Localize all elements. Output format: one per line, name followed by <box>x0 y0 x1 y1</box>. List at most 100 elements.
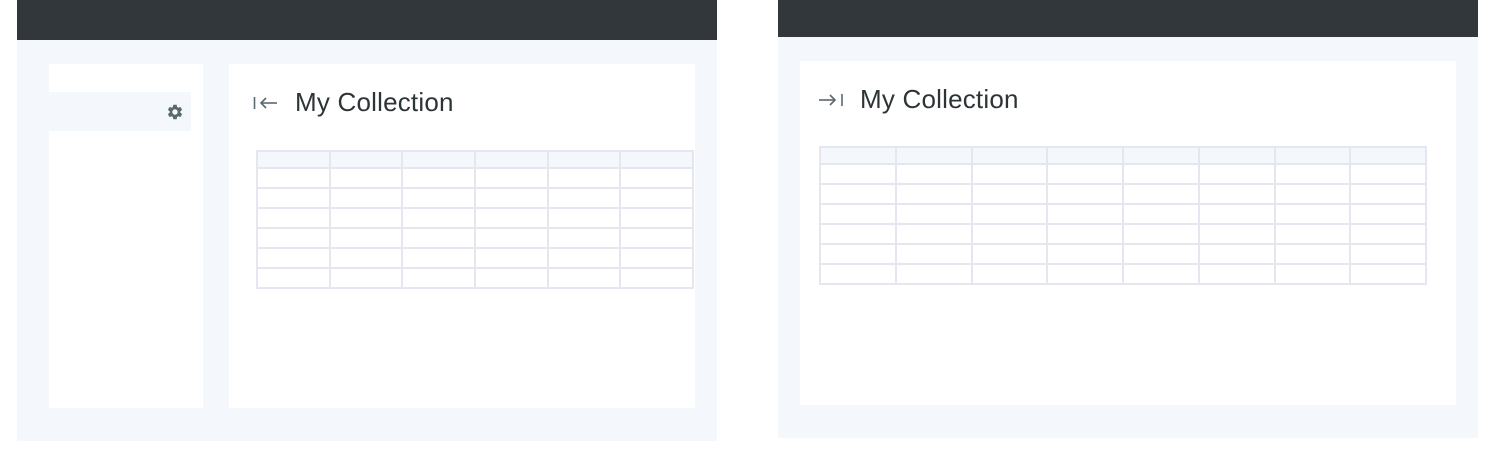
table-cell <box>894 163 973 185</box>
table-cell <box>1273 223 1352 245</box>
table-header-cell <box>1349 146 1427 165</box>
table-header-cell <box>1122 146 1200 165</box>
table-row <box>819 263 1427 285</box>
table-cell <box>970 163 1049 185</box>
table-cell <box>546 247 622 269</box>
table-cell <box>1046 243 1124 265</box>
table-row <box>256 247 694 269</box>
table-cell <box>1349 263 1427 285</box>
table-row <box>819 203 1427 225</box>
table-cell <box>1046 203 1124 225</box>
table-row <box>256 227 694 249</box>
table-cell <box>1046 183 1124 205</box>
table-cell <box>1046 263 1124 285</box>
table-header-cell <box>328 150 404 169</box>
table-header-cell <box>819 146 897 165</box>
table-cell <box>328 267 404 289</box>
table-cell <box>894 183 973 205</box>
table-cell <box>473 167 549 189</box>
table-cell <box>1197 223 1276 245</box>
table-cell <box>1273 163 1352 185</box>
table-cell <box>1273 263 1352 285</box>
table-cell <box>1197 203 1276 225</box>
table-header-cell <box>473 150 549 169</box>
sidebar-item-settings[interactable] <box>49 92 191 131</box>
table-cell <box>1349 163 1427 185</box>
table-row <box>256 267 694 289</box>
table-header-cell <box>546 150 622 169</box>
table-cell <box>401 267 476 289</box>
table-cell <box>970 223 1049 245</box>
table-cell <box>1197 163 1276 185</box>
table-header-cell <box>894 146 973 165</box>
table-cell <box>328 207 404 229</box>
table-cell <box>819 203 897 225</box>
table-cell <box>894 243 973 265</box>
collection-panel: My Collection <box>800 61 1456 405</box>
table-cell <box>970 183 1049 205</box>
collection-table <box>256 150 694 289</box>
table-cell <box>619 207 694 229</box>
expand-sidebar-icon[interactable] <box>818 90 846 110</box>
table-cell <box>1197 243 1276 265</box>
collapse-sidebar-icon[interactable] <box>253 93 281 113</box>
table-row <box>819 223 1427 245</box>
collection-panel: My Collection <box>229 64 695 408</box>
table-header-cell <box>401 150 476 169</box>
table-cell <box>473 267 549 289</box>
table-row <box>256 187 694 209</box>
table-cell <box>1273 183 1352 205</box>
table-cell <box>546 267 622 289</box>
table-cell <box>819 183 897 205</box>
table-cell <box>1122 263 1200 285</box>
table-cell <box>546 207 622 229</box>
table-cell <box>1122 183 1200 205</box>
page-title: My Collection <box>860 84 1019 114</box>
table-cell <box>819 243 897 265</box>
table-cell <box>546 187 622 209</box>
panel-header: My Collection <box>818 84 1019 115</box>
collection-window-sidebar-open: My Collection <box>17 0 717 441</box>
table-cell <box>473 187 549 209</box>
table-cell <box>1197 183 1276 205</box>
table-row <box>819 163 1427 185</box>
top-bar <box>778 0 1478 37</box>
table-row <box>819 183 1427 205</box>
table-cell <box>819 223 897 245</box>
table-cell <box>256 267 331 289</box>
table-cell <box>1349 203 1427 225</box>
table-cell <box>328 247 404 269</box>
table-cell <box>1122 243 1200 265</box>
table-cell <box>819 263 897 285</box>
table-cell <box>401 247 476 269</box>
table-cell <box>619 227 694 249</box>
table-row <box>256 167 694 189</box>
table-cell <box>894 203 973 225</box>
table-cell <box>1122 223 1200 245</box>
table-cell <box>819 163 897 185</box>
table-cell <box>1273 203 1352 225</box>
table-cell <box>619 167 694 189</box>
table-row <box>819 243 1427 265</box>
table-row <box>256 207 694 229</box>
gear-icon[interactable] <box>166 103 184 121</box>
table-cell <box>894 223 973 245</box>
table-cell <box>894 263 973 285</box>
table-cell <box>970 203 1049 225</box>
table-cell <box>546 167 622 189</box>
table-cell <box>970 243 1049 265</box>
table-cell <box>1273 243 1352 265</box>
collection-table <box>819 146 1427 285</box>
panel-header: My Collection <box>253 87 454 118</box>
table-header-cell <box>970 146 1049 165</box>
table-header-row <box>256 150 694 169</box>
table-header-cell <box>619 150 694 169</box>
table-cell <box>401 227 476 249</box>
table-cell <box>1122 163 1200 185</box>
top-bar <box>17 0 717 40</box>
table-cell <box>1349 243 1427 265</box>
table-cell <box>328 227 404 249</box>
table-cell <box>1046 223 1124 245</box>
table-cell <box>256 247 331 269</box>
table-header-cell <box>1273 146 1352 165</box>
